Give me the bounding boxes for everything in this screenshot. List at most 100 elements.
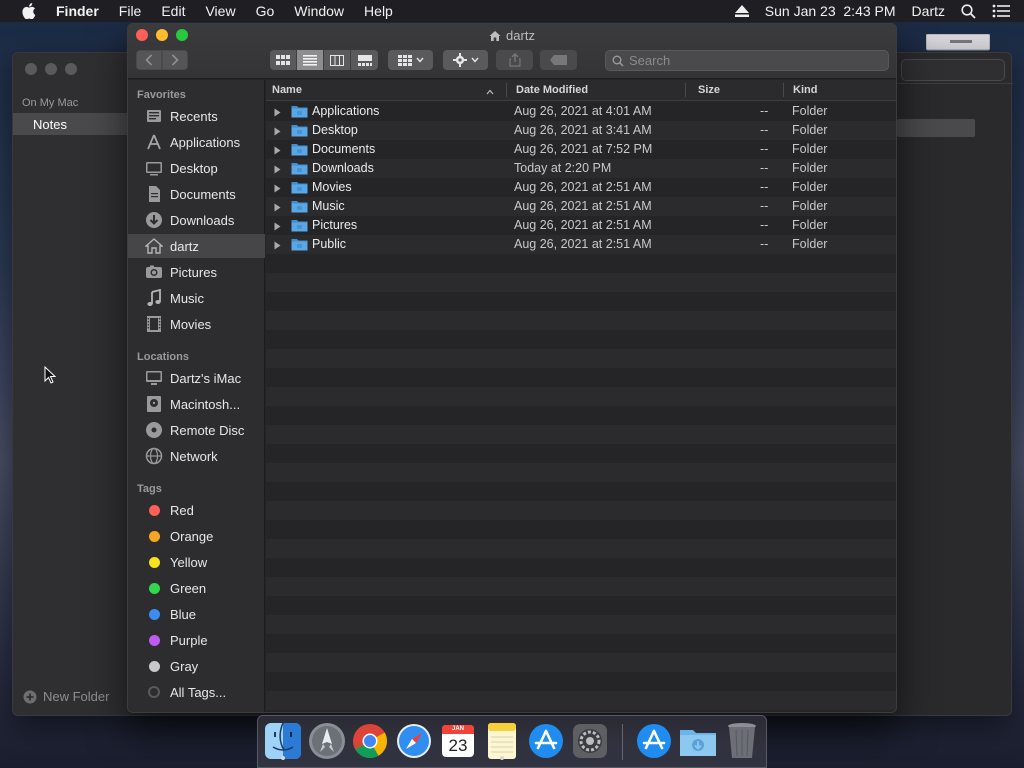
column-header-date[interactable]: Date Modified xyxy=(516,84,588,96)
column-separator[interactable] xyxy=(506,83,507,97)
sidebar-item-network[interactable]: Network xyxy=(128,444,265,468)
search-input[interactable] xyxy=(629,53,869,68)
eject-icon[interactable] xyxy=(734,5,749,17)
table-row[interactable]: Movies Aug 26, 2021 at 2:51 AM -- Folder xyxy=(266,178,896,197)
file-size: -- xyxy=(760,104,769,118)
calendar-icon[interactable]: JAN 23 xyxy=(438,721,478,761)
new-folder-button[interactable]: New Folder xyxy=(23,689,109,704)
sidebar-item-downloads[interactable]: Downloads xyxy=(128,208,265,232)
menu-help[interactable]: Help xyxy=(364,3,393,19)
trash-icon[interactable] xyxy=(722,721,762,761)
chrome-icon[interactable] xyxy=(350,721,390,761)
sidebar-item-pictures[interactable]: Pictures xyxy=(128,260,265,284)
spotlight-search-icon[interactable] xyxy=(961,3,976,19)
notes-search-field[interactable] xyxy=(901,59,1005,81)
action-button[interactable] xyxy=(443,50,488,70)
sidebar-tag-orange[interactable]: Orange xyxy=(128,524,265,548)
menu-view[interactable]: View xyxy=(205,3,235,19)
column-separator[interactable] xyxy=(783,83,784,97)
table-row[interactable]: Music Aug 26, 2021 at 2:51 AM -- Folder xyxy=(266,197,896,216)
sidebar-item-movies[interactable]: Movies xyxy=(128,312,265,336)
table-row[interactable]: Desktop Aug 26, 2021 at 3:41 AM -- Folder xyxy=(266,121,896,140)
column-header-size[interactable]: Size xyxy=(698,84,720,96)
disclosure-triangle-icon[interactable] xyxy=(274,163,281,177)
disclosure-triangle-icon[interactable] xyxy=(274,106,281,120)
sidebar-item-applications[interactable]: Applications xyxy=(128,130,265,154)
column-view-button[interactable] xyxy=(324,50,351,70)
sidebar-tag-yellow[interactable]: Yellow xyxy=(128,550,265,574)
folder-icon xyxy=(291,123,308,140)
sidebar-item-recents[interactable]: Recents xyxy=(128,104,265,128)
finder-toolbar: dartz xyxy=(128,24,896,79)
desktop-hard-drive-icon[interactable] xyxy=(925,33,991,54)
sidebar-item-dartz[interactable]: dartz xyxy=(128,234,265,258)
menu-window[interactable]: Window xyxy=(294,3,344,19)
system-preferences-icon[interactable] xyxy=(570,721,610,761)
icon-view-button[interactable] xyxy=(270,50,297,70)
sidebar-item-documents[interactable]: Documents xyxy=(128,182,265,206)
all-tags-icon xyxy=(144,682,164,702)
list-view-button[interactable] xyxy=(297,50,324,70)
documents-icon xyxy=(144,184,164,204)
downloads-folder-icon[interactable] xyxy=(678,721,718,761)
sidebar-item-desktop[interactable]: Desktop xyxy=(128,156,265,180)
table-row[interactable]: Documents Aug 26, 2021 at 7:52 PM -- Folder xyxy=(266,140,896,159)
sidebar-tag-red[interactable]: Red xyxy=(128,498,265,522)
group-by-button[interactable] xyxy=(388,50,433,70)
search-field[interactable] xyxy=(605,50,889,71)
notes-selected-note[interactable] xyxy=(897,119,975,137)
hard-drive-icon xyxy=(144,394,164,414)
share-button[interactable] xyxy=(496,50,533,70)
notification-center-icon[interactable] xyxy=(992,4,1010,18)
forward-button[interactable] xyxy=(162,50,188,70)
column-separator[interactable] xyxy=(685,83,686,97)
table-row[interactable]: Downloads Today at 2:20 PM -- Folder xyxy=(266,159,896,178)
chevron-right-icon xyxy=(171,54,179,66)
menu-clock[interactable]: Sun Jan 23 2:43 PM xyxy=(765,3,896,19)
sidebar-tag-gray[interactable]: Gray xyxy=(128,654,265,678)
back-button[interactable] xyxy=(136,50,162,70)
table-row[interactable]: Public Aug 26, 2021 at 2:51 AM -- Folder xyxy=(266,235,896,254)
file-kind: Folder xyxy=(792,123,828,137)
tags-button[interactable] xyxy=(540,50,577,70)
disclosure-triangle-icon[interactable] xyxy=(274,144,281,158)
sidebar-tag-purple[interactable]: Purple xyxy=(128,628,265,652)
sidebar-tag-blue[interactable]: Blue xyxy=(128,602,265,626)
sidebar-item-music[interactable]: Music xyxy=(128,286,265,310)
gallery-view-button[interactable] xyxy=(351,50,378,70)
disclosure-triangle-icon[interactable] xyxy=(274,239,281,253)
sidebar-tag-green[interactable]: Green xyxy=(128,576,265,600)
sidebar-item-remote-disc[interactable]: Remote Disc xyxy=(128,418,265,442)
column-header-kind[interactable]: Kind xyxy=(793,84,817,96)
disclosure-triangle-icon[interactable] xyxy=(274,201,281,215)
table-row[interactable]: Pictures Aug 26, 2021 at 2:51 AM -- Folder xyxy=(266,216,896,235)
notes-folder-selected[interactable] xyxy=(13,113,129,135)
menu-user[interactable]: Dartz xyxy=(912,3,945,19)
file-kind: Folder xyxy=(792,161,828,175)
app-store-download-icon[interactable] xyxy=(634,721,674,761)
disclosure-triangle-icon[interactable] xyxy=(274,125,281,139)
menu-go[interactable]: Go xyxy=(256,3,275,19)
menu-app-name[interactable]: Finder xyxy=(56,3,99,19)
finder-sidebar: Favorites Recents Applications Desktop D… xyxy=(128,80,265,712)
notes-folder-label[interactable]: Notes xyxy=(33,117,67,132)
sidebar-item-imac[interactable]: Dartz's iMac xyxy=(128,366,265,390)
launchpad-icon[interactable] xyxy=(307,721,347,761)
table-row[interactable]: Applications Aug 26, 2021 at 4:01 AM -- Fol… xyxy=(266,102,896,121)
sidebar-all-tags[interactable]: All Tags... xyxy=(128,680,265,704)
app-store-icon[interactable] xyxy=(526,721,566,761)
column-header-name[interactable]: Name xyxy=(272,84,302,96)
folder-icon xyxy=(291,237,308,254)
disclosure-triangle-icon[interactable] xyxy=(274,220,281,234)
orange-tag-icon xyxy=(144,526,164,546)
safari-icon[interactable] xyxy=(394,721,434,761)
home-icon xyxy=(489,30,501,45)
notes-icon[interactable] xyxy=(482,721,522,761)
sidebar-item-macintosh-hd[interactable]: Macintosh... xyxy=(128,392,265,416)
disclosure-triangle-icon[interactable] xyxy=(274,182,281,196)
apple-menu-icon[interactable] xyxy=(18,0,40,22)
menu-edit[interactable]: Edit xyxy=(161,3,185,19)
empty-row xyxy=(266,520,896,539)
finder-icon[interactable] xyxy=(263,721,303,761)
menu-file[interactable]: File xyxy=(119,3,142,19)
